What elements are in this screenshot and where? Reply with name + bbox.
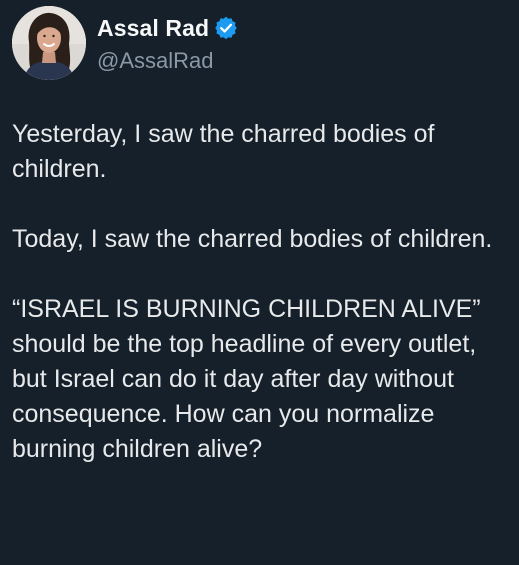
- avatar[interactable]: [12, 6, 86, 80]
- author-identity: Assal Rad @AssalRad: [97, 6, 238, 80]
- tweet-card: Assal Rad @AssalRad Yesterday, I saw the…: [0, 0, 519, 565]
- verified-badge-icon[interactable]: [214, 16, 238, 40]
- tweet-header: Assal Rad @AssalRad: [12, 3, 238, 83]
- tweet-paragraph: Today, I saw the charred bodies of child…: [12, 225, 493, 253]
- tweet-paragraph: Yesterday, I saw the charred bodies of c…: [12, 120, 435, 183]
- tweet-text: Yesterday, I saw the charred bodies of c…: [12, 117, 512, 467]
- tweet-paragraph: “ISRAEL IS BURNING CHILDREN ALIVE” shoul…: [12, 295, 481, 463]
- name-row: Assal Rad: [97, 11, 238, 45]
- author-display-name[interactable]: Assal Rad: [97, 15, 209, 42]
- author-handle[interactable]: @AssalRad: [97, 47, 238, 75]
- avatar-photo-icon: [12, 6, 86, 80]
